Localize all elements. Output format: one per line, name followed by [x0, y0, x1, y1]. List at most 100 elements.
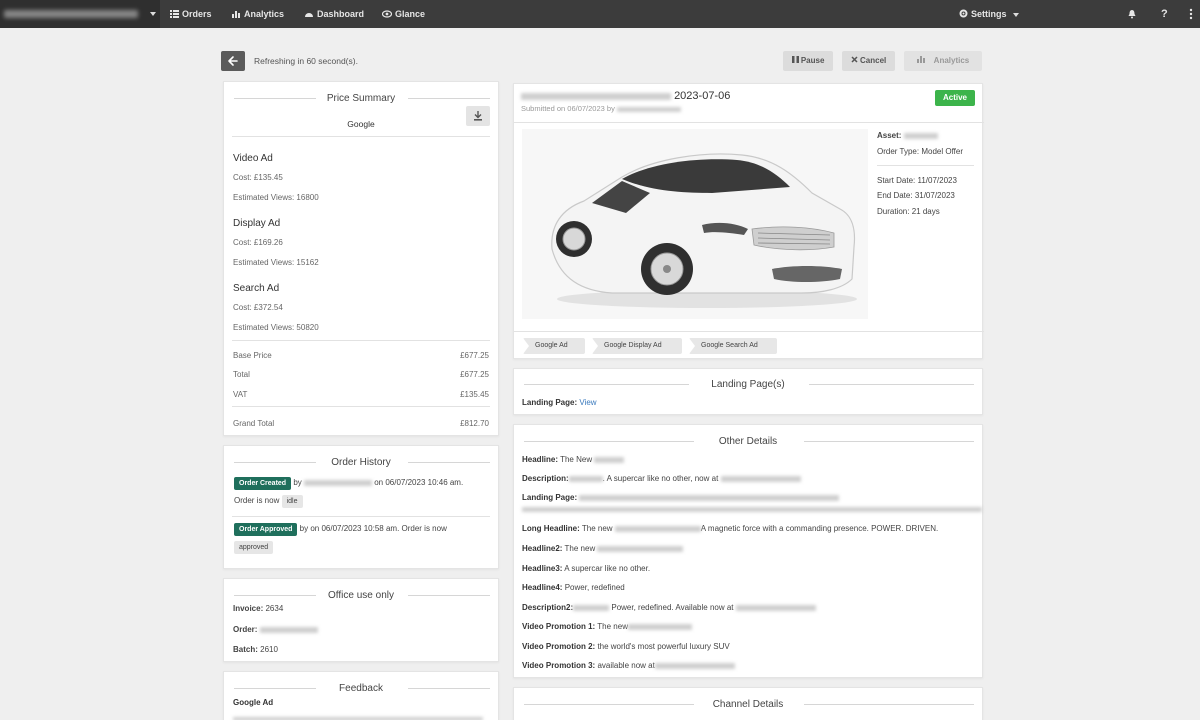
eye-icon: [381, 10, 393, 18]
start-date-row: Start Date: 11/07/2023: [877, 176, 957, 185]
headline2-row: Headline2: The new: [522, 544, 684, 553]
blurred-text: [594, 456, 625, 463]
order-row: Order:: [233, 625, 318, 634]
cancel-label: Cancel: [860, 56, 887, 65]
divider: [408, 595, 490, 596]
nav-orders[interactable]: Orders: [170, 0, 212, 28]
divider: [514, 122, 984, 123]
blurred-text: [573, 604, 610, 611]
order-name-blurred: [521, 92, 671, 100]
total-value: £135.45: [460, 390, 489, 399]
item-name: Search Ad: [233, 283, 280, 294]
provider-name: Google: [347, 119, 375, 129]
divider: [408, 462, 490, 463]
blurred-text: [654, 662, 735, 669]
help-button[interactable]: ?: [1161, 0, 1168, 28]
status-badge-idle: idle: [281, 495, 303, 508]
back-button[interactable]: [221, 51, 245, 71]
landing-page-row: Landing Page: View: [522, 398, 597, 407]
asset-label: Asset:: [877, 131, 902, 140]
bell-icon: [1128, 9, 1136, 19]
order-approved-badge: Order Approved: [234, 523, 298, 536]
item-name: Display Ad: [233, 218, 281, 229]
description-row: Description: . A supercar like no other, …: [522, 474, 801, 483]
batch-label: Batch:: [233, 645, 258, 654]
start-date-label: Start Date:: [877, 176, 916, 185]
nav-dashboard-label: Dashboard: [317, 9, 365, 19]
headline3-value: A supercar like no other.: [564, 564, 651, 573]
brand-menu[interactable]: [0, 0, 160, 28]
channel-details-card: Channel Details: [513, 687, 983, 720]
asset-blurred: [903, 132, 938, 139]
item-cost: Cost: £372.54: [233, 303, 283, 312]
order-history-card: Order History Order Created by on 06/07/…: [223, 445, 499, 569]
price-summary-card: Price Summary Google Video Ad Cost: £135…: [223, 81, 499, 436]
nav-orders-label: Orders: [182, 9, 212, 19]
nav-dashboard[interactable]: Dashboard: [304, 0, 364, 28]
cancel-button[interactable]: Cancel: [842, 51, 895, 71]
divider: [408, 688, 490, 689]
car-image: [522, 129, 868, 319]
landing-url-row: Landing Page:: [522, 493, 840, 502]
order-title: 2023-07-06: [521, 90, 730, 102]
bar-chart-icon: [232, 10, 240, 18]
headline2-value: The new: [564, 544, 596, 553]
divider: [877, 165, 974, 166]
download-icon: [474, 111, 482, 121]
arrow-left-icon: [228, 56, 238, 66]
order-title-date: 2023-07-06: [674, 90, 731, 102]
pause-icon: [791, 56, 799, 64]
item-views: Estimated Views: 16800: [233, 193, 319, 202]
pause-label: Pause: [800, 56, 825, 65]
channel-tag: Google Search Ad: [689, 338, 777, 354]
blurred-text: [568, 475, 603, 482]
status-prefix: Order is now: [234, 496, 280, 505]
settings-label: Settings: [971, 9, 1007, 19]
total-value: £677.25: [460, 351, 489, 360]
history-entry-approved: Order Approved by on 06/07/2023 10:58 am…: [234, 523, 447, 536]
submitted-line: Submitted on 06/07/2023 by: [521, 104, 681, 113]
pause-button[interactable]: Pause: [783, 51, 833, 71]
divider: [804, 441, 974, 442]
refresh-countdown: Refreshing in 60 second(s).: [254, 56, 358, 66]
nav-glance-label: Glance: [395, 9, 426, 19]
duration-value: 21 days: [911, 207, 940, 216]
description-label: Description:: [522, 474, 569, 483]
nav-glance[interactable]: Glance: [381, 0, 426, 28]
divider: [232, 406, 490, 407]
download-button[interactable]: [466, 106, 490, 126]
channel-tag: Google Ad: [523, 338, 585, 354]
grand-total-value: £812.70: [460, 419, 489, 428]
by-label: by: [293, 478, 302, 487]
notifications-button[interactable]: [1127, 0, 1140, 28]
headline-label: Headline:: [522, 455, 559, 464]
more-menu[interactable]: [1189, 0, 1196, 28]
headline3-row: Headline3: A supercar like no other.: [522, 564, 650, 573]
start-date-value: 11/07/2023: [917, 176, 957, 185]
total-label: Base Price: [233, 351, 272, 360]
analytics-button[interactable]: Analytics: [904, 51, 982, 71]
landing-page-view-link[interactable]: View: [579, 398, 596, 407]
order-type-label: Order Type:: [877, 147, 920, 156]
duration-row: Duration: 21 days: [877, 207, 940, 216]
vp2-value: the world's most powerful luxury SUV: [597, 642, 730, 651]
car-image-graphic: [551, 153, 857, 308]
brand-name-blurred: [4, 10, 138, 18]
chevron-down-icon: [150, 12, 156, 16]
end-date-label: End Date:: [877, 191, 913, 200]
close-icon: [851, 56, 858, 63]
description2-value: Power, redefined. Available now at: [611, 603, 734, 612]
landing-page-label: Landing Page:: [522, 398, 578, 407]
item-views: Estimated Views: 15162: [233, 258, 319, 267]
help-label: ?: [1161, 8, 1168, 20]
invoice-value: 2634: [265, 604, 284, 613]
blurred-text: [627, 623, 692, 630]
headline-value: The New: [560, 455, 593, 464]
long-headline-value-a: The new: [581, 524, 613, 533]
settings-menu[interactable]: Settings: [959, 0, 1019, 28]
asset-row: Asset:: [877, 131, 938, 140]
nav-analytics[interactable]: Analytics: [232, 0, 284, 28]
blurred-text: [735, 604, 816, 611]
divider: [232, 136, 490, 137]
order-label: Order:: [233, 625, 258, 634]
